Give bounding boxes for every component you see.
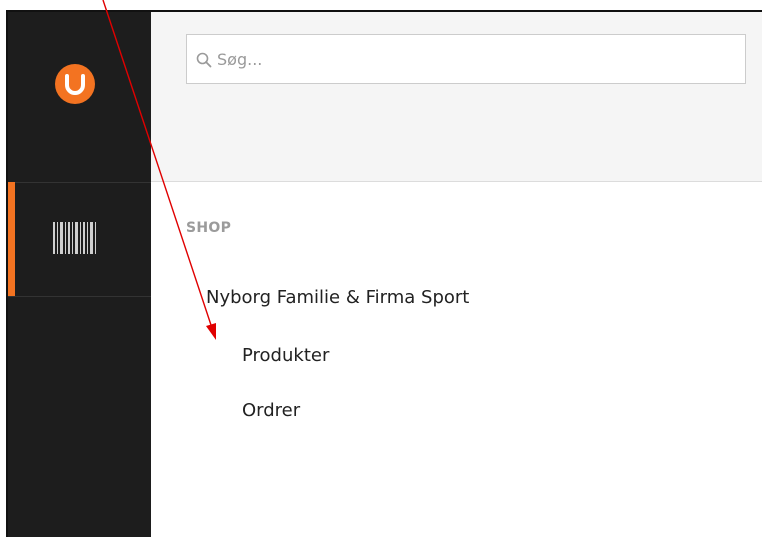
tree-item-ordrer[interactable]: Ordrer (242, 400, 300, 421)
sidebar-item-shop[interactable] (8, 182, 151, 297)
section-sidebar (8, 12, 151, 537)
search-input[interactable] (217, 35, 737, 83)
section-title: SHOP (186, 220, 232, 236)
logo-area (8, 12, 151, 183)
tree-item-root[interactable]: Nyborg Familie & Firma Sport (206, 287, 469, 308)
active-indicator (8, 182, 15, 296)
tree-item-produkter[interactable]: Produkter (242, 345, 329, 366)
search-icon (196, 52, 212, 68)
main-area: SHOP Nyborg Familie & Firma Sport Produk… (151, 12, 762, 537)
app-window: SHOP Nyborg Familie & Firma Sport Produk… (6, 10, 762, 537)
umbraco-logo-icon[interactable] (55, 64, 95, 104)
barcode-icon (53, 222, 96, 254)
header (151, 12, 762, 182)
tree-panel: SHOP Nyborg Familie & Firma Sport Produk… (151, 182, 762, 537)
search-box[interactable] (186, 34, 746, 84)
